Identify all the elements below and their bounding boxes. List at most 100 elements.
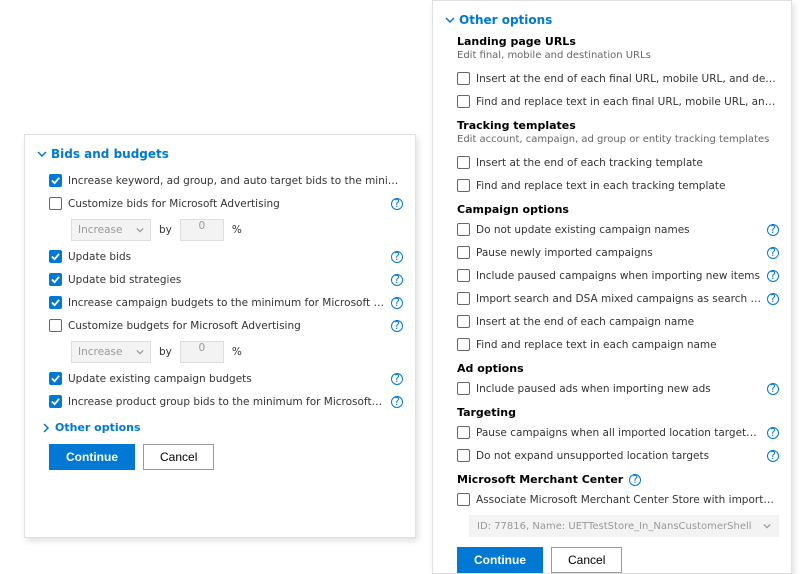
checkbox[interactable] <box>457 382 470 395</box>
option-label: Update bid strategies <box>68 274 385 286</box>
other-options-panel: Other options Landing page URLs Edit fin… <box>432 0 792 574</box>
other-options-header[interactable]: Other options <box>445 13 779 27</box>
section-title: Bids and budgets <box>51 147 169 161</box>
option-row: Pause newly imported campaigns ? <box>445 241 779 264</box>
other-options-label: Other options <box>55 421 141 434</box>
option-label: Customize bids for Microsoft Advertising <box>68 198 385 210</box>
unit-label: % <box>232 346 242 358</box>
option-row: Increase keyword, ad group, and auto tar… <box>37 169 403 192</box>
value-input[interactable]: 0 <box>180 219 224 241</box>
checkbox[interactable] <box>457 72 470 85</box>
checkbox[interactable] <box>457 223 470 236</box>
checkbox[interactable] <box>49 273 62 286</box>
checkbox[interactable] <box>49 174 62 187</box>
checkbox[interactable] <box>457 426 470 439</box>
select-value: Increase <box>78 224 122 236</box>
checkbox[interactable] <box>457 338 470 351</box>
option-row: Insert at the end of each tracking templ… <box>445 151 779 174</box>
checkbox[interactable] <box>49 319 62 332</box>
checkbox[interactable] <box>49 372 62 385</box>
checkbox[interactable] <box>49 197 62 210</box>
button-row: Continue Cancel <box>445 537 779 573</box>
checkbox[interactable] <box>457 246 470 259</box>
cancel-button[interactable]: Cancel <box>551 547 622 573</box>
checkbox[interactable] <box>49 296 62 309</box>
option-row: Find and replace text in each tracking t… <box>445 174 779 197</box>
checkbox[interactable] <box>457 179 470 192</box>
option-row: Increase campaign budgets to the minimum… <box>37 291 403 314</box>
option-label: Update bids <box>68 251 385 263</box>
option-label: Customize budgets for Microsoft Advertis… <box>68 320 385 332</box>
option-label: Insert at the end of each campaign name <box>476 316 779 328</box>
checkbox[interactable] <box>49 395 62 408</box>
checkbox[interactable] <box>457 315 470 328</box>
help-icon[interactable]: ? <box>767 270 779 282</box>
unit-label: % <box>232 224 242 236</box>
checkbox[interactable] <box>457 493 470 506</box>
landing-urls-header: Landing page URLs <box>445 35 779 48</box>
option-label: Increase keyword, ad group, and auto tar… <box>68 175 403 187</box>
store-value: ID: 77816, Name: UETTestStore_In_NansCus… <box>477 521 752 532</box>
section-title: Other options <box>459 13 552 27</box>
help-icon[interactable]: ? <box>767 427 779 439</box>
help-icon[interactable]: ? <box>391 320 403 332</box>
chevron-down-icon <box>37 149 47 159</box>
help-icon[interactable]: ? <box>767 450 779 462</box>
option-label: Include paused ads when importing new ad… <box>476 383 761 395</box>
help-icon[interactable]: ? <box>391 251 403 263</box>
help-icon[interactable]: ? <box>629 474 641 486</box>
option-label: Do not update existing campaign names <box>476 224 761 236</box>
help-icon[interactable]: ? <box>391 297 403 309</box>
help-icon[interactable]: ? <box>391 274 403 286</box>
increase-select[interactable]: Increase <box>71 341 151 363</box>
button-row: Continue Cancel <box>37 434 403 470</box>
checkbox[interactable] <box>457 156 470 169</box>
tracking-header: Tracking templates <box>445 119 779 132</box>
help-icon[interactable]: ? <box>767 383 779 395</box>
checkbox[interactable] <box>457 95 470 108</box>
option-row: Find and replace text in each campaign n… <box>445 333 779 356</box>
help-icon[interactable]: ? <box>391 396 403 408</box>
option-label: Update existing campaign budgets <box>68 373 385 385</box>
option-row: Find and replace text in each final URL,… <box>445 90 779 113</box>
option-row: Include paused ads when importing new ad… <box>445 377 779 400</box>
option-row: Insert at the end of each final URL, mob… <box>445 67 779 90</box>
help-icon[interactable]: ? <box>767 247 779 259</box>
store-select[interactable]: ID: 77816, Name: UETTestStore_In_NansCus… <box>469 515 779 537</box>
option-row: Update existing campaign budgets ? <box>37 367 403 390</box>
continue-button[interactable]: Continue <box>457 547 543 573</box>
help-icon[interactable]: ? <box>391 373 403 385</box>
help-icon[interactable]: ? <box>391 198 403 210</box>
campaign-options-header: Campaign options <box>445 203 779 216</box>
option-row: Customize bids for Microsoft Advertising… <box>37 192 403 215</box>
option-label: Insert at the end of each tracking templ… <box>476 157 779 169</box>
by-label: by <box>159 224 172 236</box>
option-label: Increase campaign budgets to the minimum… <box>68 297 385 309</box>
continue-button[interactable]: Continue <box>49 444 135 470</box>
option-label: Find and replace text in each tracking t… <box>476 180 779 192</box>
option-row: Do not expand unsupported location targe… <box>445 444 779 467</box>
bids-budgets-header[interactable]: Bids and budgets <box>37 147 403 161</box>
option-row: Pause campaigns when all imported locati… <box>445 421 779 444</box>
targeting-header: Targeting <box>445 406 779 419</box>
option-label: Import search and DSA mixed campaigns as… <box>476 293 761 305</box>
customize-bids-form: Increase by 0 % <box>37 215 403 245</box>
option-row: Update bids ? <box>37 245 403 268</box>
option-label: Pause newly imported campaigns <box>476 247 761 259</box>
checkbox[interactable] <box>457 449 470 462</box>
checkbox[interactable] <box>457 292 470 305</box>
mmc-header-row: Microsoft Merchant Center ? <box>445 473 779 486</box>
help-icon[interactable]: ? <box>767 293 779 305</box>
increase-select[interactable]: Increase <box>71 219 151 241</box>
checkbox[interactable] <box>49 250 62 263</box>
select-value: Increase <box>78 346 122 358</box>
other-options-toggle[interactable]: Other options <box>37 413 403 434</box>
help-icon[interactable]: ? <box>767 224 779 236</box>
option-row: Insert at the end of each campaign name <box>445 310 779 333</box>
option-label: Pause campaigns when all imported locati… <box>476 427 761 439</box>
value-input[interactable]: 0 <box>180 341 224 363</box>
option-row: Customize budgets for Microsoft Advertis… <box>37 314 403 337</box>
cancel-button[interactable]: Cancel <box>143 444 214 470</box>
checkbox[interactable] <box>457 269 470 282</box>
option-label: Insert at the end of each final URL, mob… <box>476 73 779 85</box>
